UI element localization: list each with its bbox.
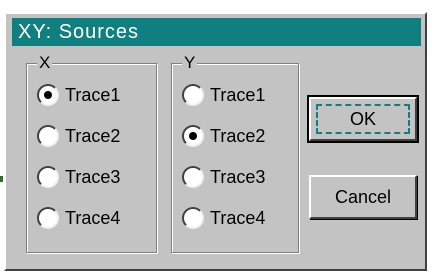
- radio-label: Trace1: [65, 84, 121, 105]
- cancel-button-label: Cancel: [334, 186, 392, 207]
- radio-label: Trace3: [210, 166, 266, 187]
- dialog-title-bar[interactable]: XY: Sources: [12, 18, 421, 46]
- y-radio-trace4[interactable]: Trace4: [182, 205, 265, 231]
- radio-label: Trace3: [65, 166, 121, 187]
- focus-ring: [316, 104, 410, 134]
- radio-button-checked-icon[interactable]: [182, 125, 204, 147]
- ok-button[interactable]: OK: [307, 95, 419, 143]
- x-radio-trace3[interactable]: Trace3: [37, 164, 120, 190]
- y-radio-trace3[interactable]: Trace3: [182, 164, 265, 190]
- x-group-legend: X: [37, 53, 53, 72]
- x-radio-trace2[interactable]: Trace2: [37, 123, 120, 149]
- xy-sources-dialog: XY: Sources X Trace1 Trace2 Trace3 Trace…: [4, 12, 427, 271]
- y-group-legend: Y: [182, 53, 198, 72]
- radio-button-icon[interactable]: [182, 166, 204, 188]
- radio-button-icon[interactable]: [182, 207, 204, 229]
- radio-label: Trace2: [65, 125, 121, 146]
- radio-button-icon[interactable]: [37, 125, 59, 147]
- radio-label: Trace4: [210, 207, 266, 228]
- x-radio-trace1[interactable]: Trace1: [37, 82, 120, 108]
- x-radio-trace4[interactable]: Trace4: [37, 205, 120, 231]
- radio-label: Trace1: [210, 84, 266, 105]
- radio-button-icon[interactable]: [37, 207, 59, 229]
- edge-marker: [0, 176, 3, 182]
- cancel-button[interactable]: Cancel: [309, 175, 417, 219]
- y-radio-trace2[interactable]: Trace2: [182, 123, 265, 149]
- radio-label: Trace4: [65, 207, 121, 228]
- x-source-group: X Trace1 Trace2 Trace3 Trace4: [26, 54, 157, 253]
- radio-button-icon[interactable]: [182, 84, 204, 106]
- radio-button-icon[interactable]: [37, 166, 59, 188]
- dialog-title: XY: Sources: [18, 21, 140, 43]
- radio-label: Trace2: [210, 125, 266, 146]
- y-source-group: Y Trace1 Trace2 Trace3 Trace4: [171, 54, 299, 253]
- radio-button-checked-icon[interactable]: [37, 84, 59, 106]
- y-radio-trace1[interactable]: Trace1: [182, 82, 265, 108]
